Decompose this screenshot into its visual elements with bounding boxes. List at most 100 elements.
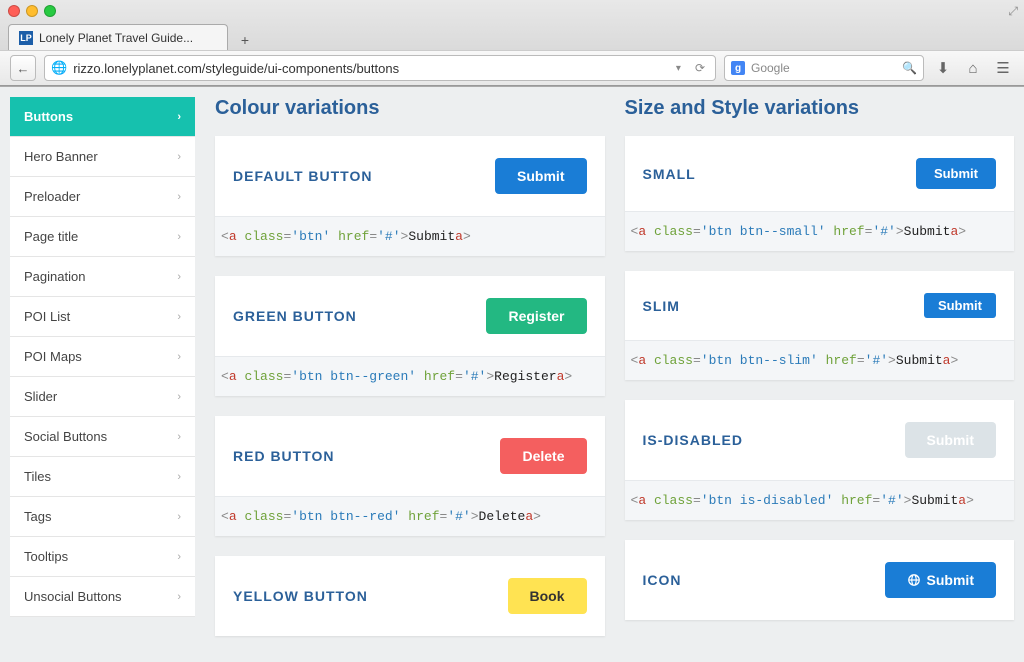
chevron-right-icon: › bbox=[177, 431, 181, 443]
register-button[interactable]: Register bbox=[486, 298, 586, 334]
sidebar-item-label: Social Buttons bbox=[24, 429, 107, 444]
sidebar-item-label: POI Maps bbox=[24, 349, 82, 364]
card-yellow-button: YELLOW BUTTON Book bbox=[215, 556, 605, 636]
card-red-button: RED BUTTON Delete <a class='btn btn--red… bbox=[215, 416, 605, 536]
fullscreen-icon[interactable]: ⤢ bbox=[1008, 4, 1018, 19]
browser-toolbar: ← 🌐 rizzo.lonelyplanet.com/styleguide/ui… bbox=[0, 50, 1024, 86]
chevron-right-icon: › bbox=[177, 351, 181, 363]
chevron-right-icon: › bbox=[177, 391, 181, 403]
dropdown-icon[interactable]: ▾ bbox=[676, 63, 681, 74]
submit-button-icon[interactable]: Submit bbox=[885, 562, 996, 598]
chevron-right-icon: › bbox=[177, 511, 181, 523]
reload-icon[interactable]: ⟳ bbox=[691, 61, 709, 75]
card-title: SLIM bbox=[643, 298, 680, 314]
sidebar-item-buttons[interactable]: Buttons › bbox=[10, 97, 195, 137]
code-snippet: <a class='btn btn--slim' href='#'>Submit… bbox=[625, 340, 1015, 380]
sidebar-item-poi-maps[interactable]: POI Maps › bbox=[10, 337, 195, 377]
colour-variations-column: Colour variations DEFAULT BUTTON Submit … bbox=[215, 97, 605, 662]
card-title: DEFAULT BUTTON bbox=[233, 168, 372, 184]
url-text: rizzo.lonelyplanet.com/styleguide/ui-com… bbox=[73, 61, 399, 76]
card-title: IS-DISABLED bbox=[643, 432, 743, 448]
section-title-size: Size and Style variations bbox=[625, 97, 1015, 120]
sidebar-item-label: Page title bbox=[24, 229, 78, 244]
sidebar-item-label: Tags bbox=[24, 509, 51, 524]
code-snippet: <a class='btn btn--small' href='#'>Submi… bbox=[625, 211, 1015, 251]
sidebar: Buttons›Hero Banner›Preloader›Page title… bbox=[0, 87, 195, 662]
google-icon: g bbox=[731, 61, 745, 75]
sidebar-item-poi-list[interactable]: POI List › bbox=[10, 297, 195, 337]
home-icon[interactable]: ⌂ bbox=[962, 57, 984, 79]
content: Colour variations DEFAULT BUTTON Submit … bbox=[195, 87, 1024, 662]
back-button[interactable]: ← bbox=[10, 55, 36, 81]
chevron-right-icon: › bbox=[177, 111, 181, 123]
sidebar-item-tags[interactable]: Tags › bbox=[10, 497, 195, 537]
delete-button[interactable]: Delete bbox=[500, 438, 586, 474]
code-snippet: <a class='btn btn--red' href='#'>Deletea… bbox=[215, 496, 605, 536]
chevron-right-icon: › bbox=[177, 551, 181, 563]
card-default-button: DEFAULT BUTTON Submit <a class='btn' hre… bbox=[215, 136, 605, 256]
window-close-button[interactable] bbox=[8, 5, 20, 17]
code-snippet: <a class='btn btn--green' href='#'>Regis… bbox=[215, 356, 605, 396]
submit-button-small[interactable]: Submit bbox=[916, 158, 996, 189]
menu-icon[interactable]: ☰ bbox=[992, 57, 1014, 79]
chevron-right-icon: › bbox=[177, 191, 181, 203]
sidebar-item-label: Tiles bbox=[24, 469, 51, 484]
chevron-right-icon: › bbox=[177, 231, 181, 243]
card-title: SMALL bbox=[643, 166, 696, 182]
favicon-lonelyplanet-icon: LP bbox=[19, 31, 33, 45]
window-minimize-button[interactable] bbox=[26, 5, 38, 17]
sidebar-item-label: POI List bbox=[24, 309, 70, 324]
card-small-button: SMALL Submit <a class='btn btn--small' h… bbox=[625, 136, 1015, 251]
new-tab-button[interactable]: + bbox=[234, 30, 256, 50]
code-snippet: <a class='btn is-disabled' href='#'>Subm… bbox=[625, 480, 1015, 520]
chevron-right-icon: › bbox=[177, 311, 181, 323]
sidebar-item-label: Hero Banner bbox=[24, 149, 98, 164]
card-title: YELLOW BUTTON bbox=[233, 588, 368, 604]
url-bar[interactable]: 🌐 rizzo.lonelyplanet.com/styleguide/ui-c… bbox=[44, 55, 716, 81]
card-title: ICON bbox=[643, 572, 682, 588]
sidebar-item-label: Tooltips bbox=[24, 549, 68, 564]
sidebar-item-pagination[interactable]: Pagination › bbox=[10, 257, 195, 297]
card-slim-button: SLIM Submit <a class='btn btn--slim' hre… bbox=[625, 271, 1015, 380]
browser-chrome: ⤢ LP Lonely Planet Travel Guide... + ← 🌐… bbox=[0, 0, 1024, 87]
globe-icon: 🌐 bbox=[51, 60, 67, 76]
book-button[interactable]: Book bbox=[508, 578, 587, 614]
sidebar-item-hero-banner[interactable]: Hero Banner › bbox=[10, 137, 195, 177]
sidebar-item-label: Pagination bbox=[24, 269, 85, 284]
browser-tab[interactable]: LP Lonely Planet Travel Guide... bbox=[8, 24, 228, 50]
card-title: GREEN BUTTON bbox=[233, 308, 357, 324]
sidebar-item-page-title[interactable]: Page title › bbox=[10, 217, 195, 257]
search-bar[interactable]: g Google 🔍 bbox=[724, 55, 924, 81]
window-title-bar: ⤢ bbox=[0, 0, 1024, 22]
submit-button[interactable]: Submit bbox=[495, 158, 586, 194]
downloads-icon[interactable]: ⬇ bbox=[932, 57, 954, 79]
card-title: RED BUTTON bbox=[233, 448, 335, 464]
sidebar-item-preloader[interactable]: Preloader› bbox=[10, 177, 195, 217]
browser-tab-bar: LP Lonely Planet Travel Guide... + bbox=[0, 22, 1024, 50]
card-green-button: GREEN BUTTON Register <a class='btn btn-… bbox=[215, 276, 605, 396]
size-style-column: Size and Style variations SMALL Submit <… bbox=[625, 97, 1015, 662]
window-zoom-button[interactable] bbox=[44, 5, 56, 17]
sidebar-item-unsocial-buttons[interactable]: Unsocial Buttons › bbox=[10, 577, 195, 617]
sidebar-item-label: Unsocial Buttons bbox=[24, 589, 122, 604]
submit-button-slim[interactable]: Submit bbox=[924, 293, 996, 318]
chevron-right-icon: › bbox=[177, 471, 181, 483]
card-disabled-button: IS-DISABLED Submit <a class='btn is-disa… bbox=[625, 400, 1015, 520]
globe-icon bbox=[907, 573, 921, 587]
chevron-right-icon: › bbox=[177, 151, 181, 163]
submit-button-disabled: Submit bbox=[905, 422, 996, 458]
search-icon[interactable]: 🔍 bbox=[902, 61, 917, 75]
sidebar-item-label: Buttons bbox=[24, 109, 73, 124]
section-title-colour: Colour variations bbox=[215, 97, 605, 120]
nav-list: Buttons›Hero Banner›Preloader›Page title… bbox=[10, 97, 195, 617]
sidebar-item-tooltips[interactable]: Tooltips › bbox=[10, 537, 195, 577]
sidebar-item-slider[interactable]: Slider› bbox=[10, 377, 195, 417]
search-placeholder: Google bbox=[751, 61, 790, 75]
sidebar-item-social-buttons[interactable]: Social Buttons › bbox=[10, 417, 195, 457]
chevron-right-icon: › bbox=[177, 591, 181, 603]
sidebar-item-tiles[interactable]: Tiles › bbox=[10, 457, 195, 497]
tab-title: Lonely Planet Travel Guide... bbox=[39, 31, 193, 45]
chevron-right-icon: › bbox=[177, 271, 181, 283]
page-body: Buttons›Hero Banner›Preloader›Page title… bbox=[0, 87, 1024, 662]
code-snippet: <a class='btn' href='#'>Submita> bbox=[215, 216, 605, 256]
